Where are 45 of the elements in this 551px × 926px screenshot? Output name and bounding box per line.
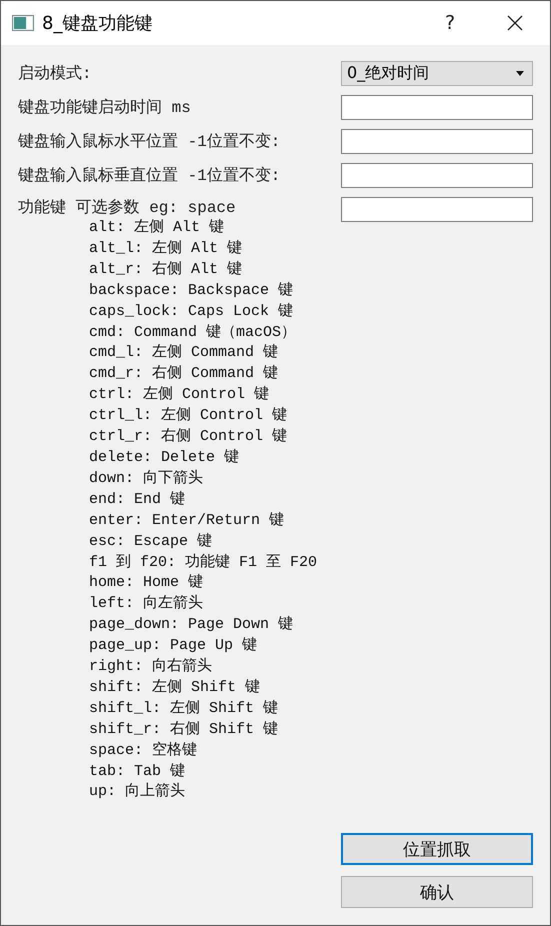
key-description: tab: Tab 键 — [88, 762, 186, 782]
key-description: shift: 左侧 Shift 键 — [88, 678, 262, 698]
field-label: 键盘输入鼠标水平位置 -1位置不变: — [18, 132, 282, 152]
input-field[interactable] — [341, 95, 533, 120]
key-description: alt_r: 右侧 Alt 键 — [88, 260, 244, 280]
input-field[interactable] — [341, 197, 533, 222]
field-label: 功能键 可选参数 eg: space — [18, 198, 237, 218]
key-description: home: Home 键 — [88, 573, 204, 594]
key-description: backspace: Backspace 键 — [88, 280, 294, 301]
window-title: 8_键盘功能键 — [42, 12, 154, 35]
field-label: 键盘输入鼠标垂直位置 -1位置不变: — [18, 166, 282, 186]
key-description: page_down: Page Down 键 — [88, 615, 294, 636]
key-description: alt_l: 左侧 Alt 键 — [88, 238, 244, 259]
mode-dropdown[interactable]: 0_绝对时间 — [341, 61, 533, 86]
dropdown-arrow-icon — [516, 71, 524, 76]
key-description: ctrl_r: 右侧 Control 键 — [88, 427, 288, 448]
key-description: end: End 键 — [88, 490, 186, 510]
input-field[interactable] — [341, 163, 533, 188]
input-field[interactable] — [341, 129, 533, 154]
key-description: cmd: Command 键（macOS） — [88, 322, 298, 343]
key-description: down: 向下箭头 — [88, 468, 204, 489]
key-description: ctrl: 左侧 Control 键 — [88, 385, 270, 406]
key-description: space: 空格键 — [88, 740, 198, 761]
key-description: left: 向左箭头 — [88, 594, 204, 614]
key-description: ctrl_l: 左侧 Control 键 — [88, 406, 288, 426]
key-description: page_up: Page Up 键 — [88, 636, 258, 656]
key-description: up: 向上箭头 — [88, 782, 186, 802]
key-description: f1 到 f20: 功能键 F1 至 F20 — [88, 552, 318, 572]
key-description: alt: 左侧 Alt 键 — [88, 218, 226, 238]
dialog-button[interactable]: 确认 — [341, 876, 533, 908]
key-description: delete: Delete 键 — [88, 448, 240, 468]
key-description: right: 向右箭头 — [88, 657, 214, 678]
key-description: enter: Enter/Return 键 — [88, 510, 286, 531]
key-description: cmd_l: 左侧 Command 键 — [88, 343, 280, 364]
help-button[interactable]: ? — [420, 1, 480, 45]
dialog-button[interactable]: 位置抓取 — [341, 833, 533, 865]
key-description: esc: Escape 键 — [88, 532, 214, 552]
app-icon — [12, 15, 34, 31]
key-description: caps_lock: Caps Lock 键 — [88, 302, 294, 322]
close-icon — [507, 15, 523, 31]
key-description: shift_l: 左侧 Shift 键 — [88, 698, 280, 719]
field-label: 键盘功能键启动时间 ms — [18, 98, 192, 118]
key-description: cmd_r: 右侧 Command 键 — [88, 364, 280, 384]
key-description: shift_r: 右侧 Shift 键 — [88, 720, 280, 740]
field-label: 启动模式: — [18, 64, 93, 84]
